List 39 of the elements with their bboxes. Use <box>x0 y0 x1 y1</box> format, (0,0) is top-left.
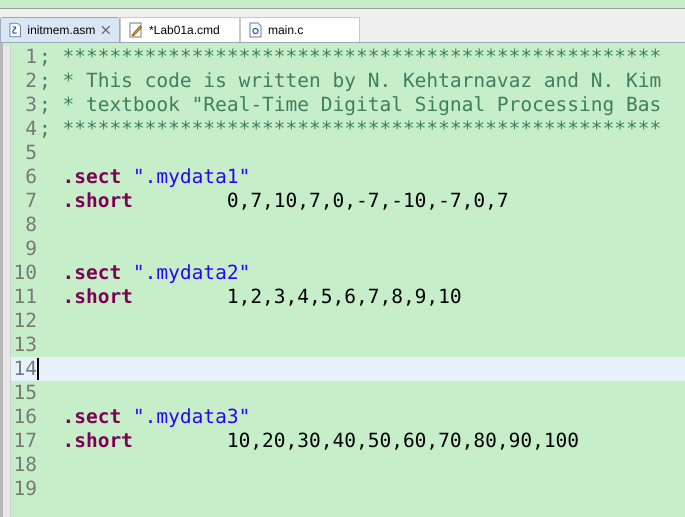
line-number: 1 <box>24 45 37 69</box>
code-line: .sect ".mydata2" <box>61 261 250 285</box>
line-number: 18 <box>12 453 37 477</box>
line-number: 9 <box>24 237 37 261</box>
code-line: ; * textbook "Real-Time Digital Signal Processing Bas <box>38 93 662 117</box>
code-line: ; * This code is written by N. Kehtarnavaz and N. Kim <box>38 69 662 93</box>
editor-tab[interactable]: initmem.asm <box>0 17 120 42</box>
close-icon[interactable] <box>101 25 111 35</box>
c-file-icon <box>249 22 262 38</box>
code-line: .short 1,2,3,4,5,6,7,8,9,10 <box>61 285 462 309</box>
line-number: 16 <box>12 405 37 429</box>
line-number: 7 <box>24 189 37 213</box>
text-cursor <box>37 358 39 380</box>
line-number: 17 <box>12 429 37 453</box>
line-number: 2 <box>24 69 37 93</box>
line-number: 12 <box>12 309 37 333</box>
line-number: 3 <box>24 93 37 117</box>
line-number: 10 <box>12 261 37 285</box>
pencil-file-icon <box>129 22 143 38</box>
code-line: .sect ".mydata1" <box>61 165 250 189</box>
line-number: 15 <box>12 381 37 405</box>
editor-tab[interactable]: *Lab01a.cmd <box>120 17 240 42</box>
line-number: 14 <box>12 357 37 381</box>
code-line: .sect ".mydata3" <box>61 405 250 429</box>
line-number: 11 <box>12 285 37 309</box>
line-number: 13 <box>12 333 37 357</box>
line-number: 4 <box>24 117 37 141</box>
code-line: ; *************************************************** <box>38 117 662 141</box>
code-line: ; *************************************************** <box>38 45 662 69</box>
tab-label: *Lab01a.cmd <box>149 22 220 39</box>
tab-label: initmem.asm <box>27 22 96 39</box>
code-line: .short 10,20,30,40,50,60,70,80,90,100 <box>61 429 580 453</box>
code-line: .short 0,7,10,7,0,-7,-10,-7,0,7 <box>61 189 509 213</box>
line-number: 19 <box>12 477 37 501</box>
editor-tab[interactable]: main.c <box>240 17 360 42</box>
tab-label: main.c <box>268 22 304 39</box>
line-number: 5 <box>24 141 37 165</box>
line-number: 6 <box>24 165 37 189</box>
line-number: 8 <box>24 213 37 237</box>
